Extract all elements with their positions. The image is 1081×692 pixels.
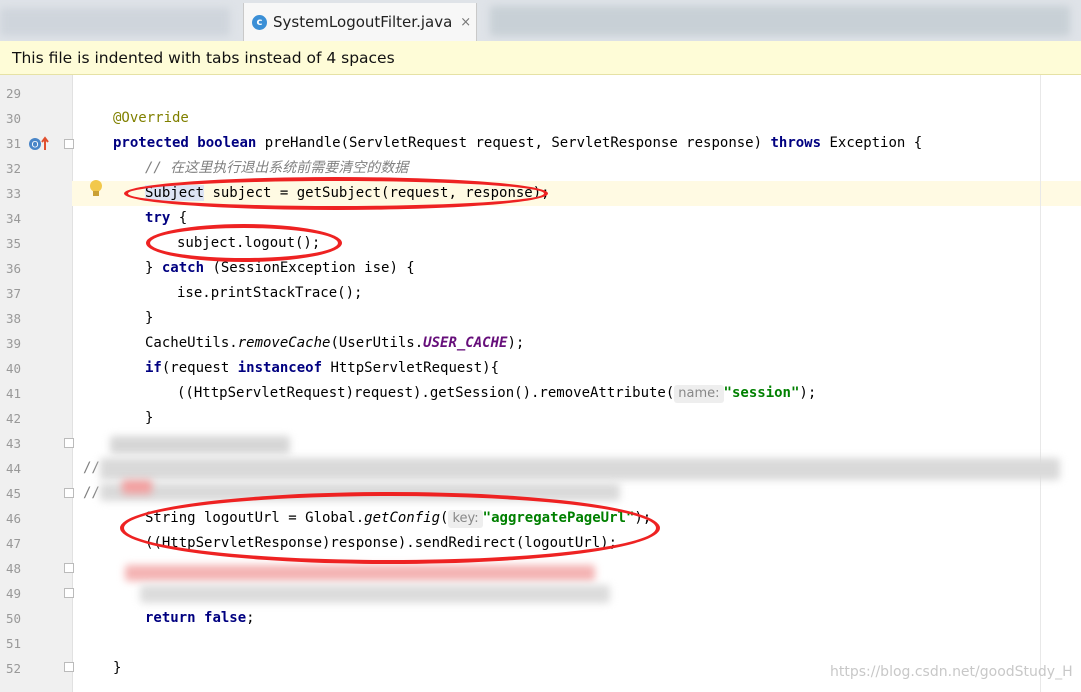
code-text: ); [507,335,525,351]
line-number: 34 [6,211,22,226]
redacted-region [140,585,610,603]
right-margin-guide [1040,75,1041,692]
code-line-44: // [83,456,100,481]
fold-marker[interactable] [64,662,74,672]
line-number: 50 [6,611,22,626]
code-line-31: protected boolean preHandle(ServletReque… [113,131,922,156]
code-text: } [145,410,154,426]
code-text: } [145,310,154,326]
keyword: boolean [197,135,257,151]
fold-marker[interactable] [64,588,74,598]
keyword: return [145,610,196,626]
override-marker-icon[interactable]: O [28,136,50,152]
line-number: 41 [6,386,22,401]
parameter-hint: name: [674,385,724,403]
code-text: HttpServletRequest){ [322,360,500,376]
keyword: false [204,610,247,626]
code-text: ise.printStackTrace(); [177,285,363,301]
code-text: ); [799,385,817,401]
code-line-34: try { [145,206,187,231]
code-text: { [170,210,188,226]
line-number: 36 [6,261,22,276]
line-number: 45 [6,486,22,501]
line-number: 43 [6,436,22,451]
code-line-52: } [113,656,121,681]
code-line-42: } [145,406,153,431]
line-number: 33 [6,186,22,201]
code-line-45: // [83,481,100,506]
comment: // 在这里执行退出系统前需要清空的数据 [145,160,409,176]
redacted-region [110,436,290,454]
code-text: CacheUtils. [145,335,238,351]
fold-marker[interactable] [64,438,74,448]
line-number: 39 [6,336,22,351]
redacted-region [122,480,152,494]
line-number: 37 [6,286,22,301]
code-text: (SessionException ise) { [204,260,415,276]
line-number: 52 [6,661,22,676]
keyword: instanceof [237,360,323,376]
line-number: 30 [6,111,22,126]
line-number: 40 [6,361,22,376]
redacted-region [100,458,1060,480]
class-icon: c [252,14,267,30]
banner-message: This file is indented with tabs instead … [12,49,395,67]
line-number: 47 [6,536,22,551]
lightbulb-icon[interactable] [88,179,104,199]
line-number: 51 [6,636,22,651]
fold-marker[interactable] [64,563,74,573]
blurred-tabs-left [0,8,230,36]
line-number: 46 [6,511,22,526]
keyword: protected [113,135,189,151]
code-line-39: CacheUtils.removeCache(UserUtils.USER_CA… [145,331,524,356]
code-line-37: ise.printStackTrace(); [177,281,362,306]
annotation-oval [124,177,548,210]
code-text: ; [246,610,255,626]
annotation-oval [146,224,342,262]
code-text: } [145,260,162,276]
redacted-region [125,565,595,581]
code-line-30: @Override [113,106,189,131]
code-line-38: } [145,306,153,331]
watermark: https://blog.csdn.net/goodStudy_H [830,664,1073,680]
line-number: 38 [6,311,22,326]
keyword: try [145,210,171,226]
static-constant: USER_CACHE [423,335,508,351]
code-line-40: if(request instanceof HttpServletRequest… [145,356,499,381]
editor-tab-bar: c SystemLogoutFilter.java × [0,0,1081,42]
tab-system-logout-filter[interactable]: c SystemLogoutFilter.java × [243,3,477,41]
line-number: 29 [6,86,22,101]
line-number: 42 [6,411,22,426]
code-text: (request [161,360,238,376]
line-number: 49 [6,586,22,601]
comment-slashes: // [83,485,100,501]
fold-marker[interactable] [64,488,74,498]
keyword: catch [161,260,205,276]
code-text: Exception { [821,135,923,151]
line-number: 35 [6,236,22,251]
annotation-oval [120,492,660,564]
fold-marker[interactable] [64,139,74,149]
method-signature: preHandle(ServletRequest request, Servle… [256,135,771,151]
static-method: removeCache [237,335,331,351]
line-number: 48 [6,561,22,576]
code-line-41: ((HttpServletRequest)request).getSession… [177,381,816,406]
code-line-50: return false; [145,606,255,631]
string-literal: "session" [723,385,800,401]
annotation: @Override [113,110,189,126]
indentation-notification-banner: This file is indented with tabs instead … [0,41,1081,75]
code-text: (UserUtils. [330,335,424,351]
tab-close-icon[interactable]: × [460,15,471,30]
code-text: ((HttpServletRequest)request).getSession… [177,385,675,401]
line-number: 44 [6,461,22,476]
svg-text:O: O [31,141,38,151]
keyword: throws [770,135,822,151]
tab-filename: SystemLogoutFilter.java [273,13,453,31]
keyword: if [145,360,162,376]
code-text: } [113,660,122,676]
comment-slashes: // [83,460,100,476]
line-number: 32 [6,161,22,176]
blurred-tabs-right [490,6,1070,36]
